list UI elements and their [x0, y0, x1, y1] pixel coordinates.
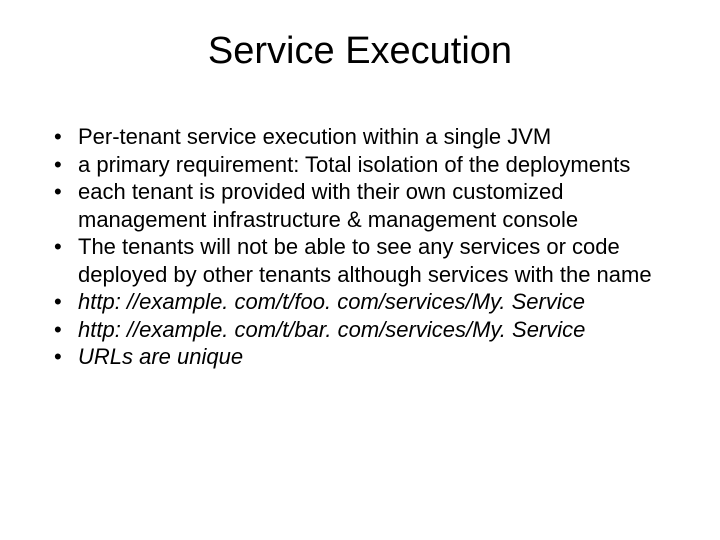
- bullet-text: http: //example. com/t/bar. com/services…: [78, 317, 585, 342]
- bullet-text: Per-tenant service execution within a si…: [78, 124, 551, 149]
- list-item: http: //example. com/t/bar. com/services…: [50, 316, 670, 344]
- list-item: http: //example. com/t/foo. com/services…: [50, 288, 670, 316]
- slide-title: Service Execution: [40, 30, 680, 73]
- list-item: each tenant is provided with their own c…: [50, 178, 670, 233]
- bullet-text: each tenant is provided with their own c…: [78, 179, 578, 232]
- bullet-text: URLs are unique: [78, 344, 243, 369]
- bullet-text: http: //example. com/t/foo. com/services…: [78, 289, 585, 314]
- list-item: The tenants will not be able to see any …: [50, 233, 670, 288]
- bullet-text: The tenants will not be able to see any …: [78, 234, 652, 287]
- list-item: URLs are unique: [50, 343, 670, 371]
- bullet-text: a primary requirement: Total isolation o…: [78, 152, 630, 177]
- slide: Service Execution Per-tenant service exe…: [0, 0, 720, 540]
- bullet-list: Per-tenant service execution within a si…: [50, 123, 670, 371]
- list-item: a primary requirement: Total isolation o…: [50, 151, 670, 179]
- list-item: Per-tenant service execution within a si…: [50, 123, 670, 151]
